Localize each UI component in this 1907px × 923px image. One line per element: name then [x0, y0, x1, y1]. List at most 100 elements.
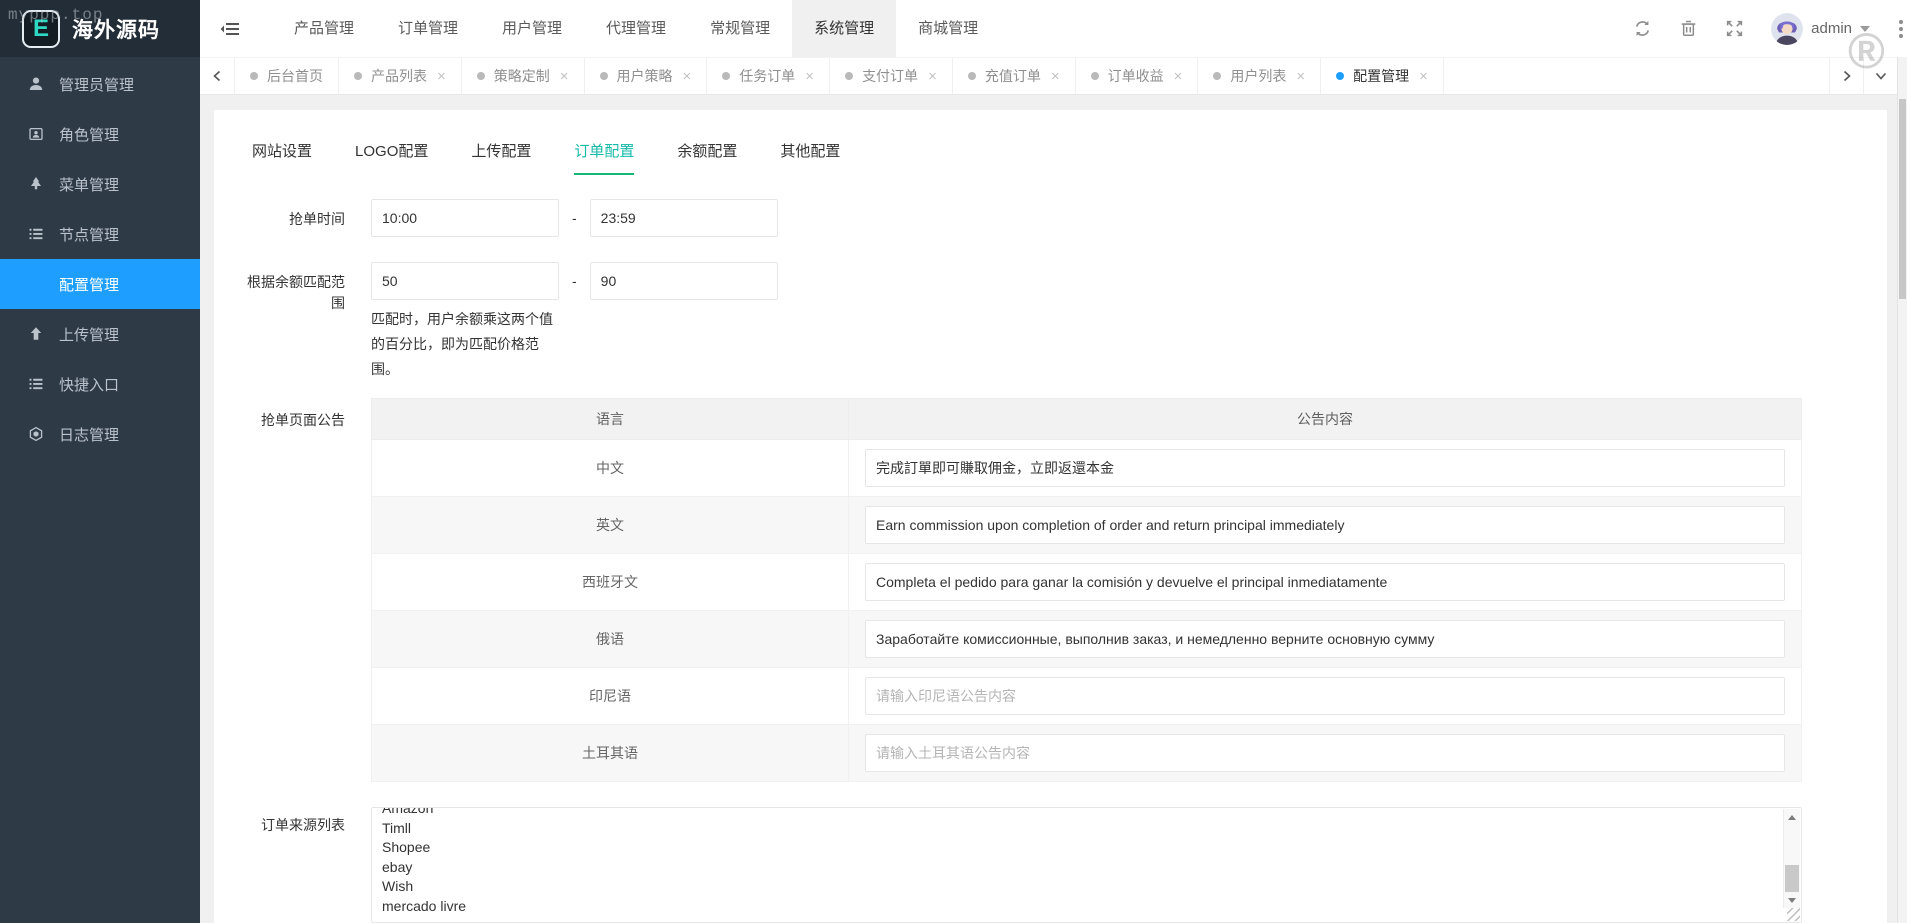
- sidebar-item-label: 管理员管理: [59, 74, 134, 95]
- tabbar-tab[interactable]: 用户列表×: [1198, 58, 1321, 94]
- tabbar-tab[interactable]: 充值订单×: [953, 58, 1076, 94]
- balance-min-input[interactable]: [371, 262, 559, 300]
- nav-item[interactable]: 系统管理: [792, 0, 896, 57]
- sidebar: E 海外源码 管理员管理角色管理菜单管理节点管理配置管理上传管理快捷入口日志管理: [0, 0, 200, 923]
- announcement-table-row: 印尼语: [372, 668, 1802, 725]
- sidebar-item[interactable]: 管理员管理: [0, 59, 200, 109]
- close-icon[interactable]: ×: [1174, 68, 1183, 85]
- content-tab[interactable]: 上传配置: [471, 140, 531, 175]
- close-icon[interactable]: ×: [928, 68, 937, 85]
- balance-max-input[interactable]: [590, 262, 778, 300]
- sidebar-item[interactable]: 配置管理: [0, 259, 200, 309]
- language-cell: 英文: [372, 497, 849, 554]
- order-sources-textarea[interactable]: Amazon Timll Shopee ebay Wish mercado li…: [371, 807, 1802, 923]
- tabbar-tab[interactable]: 产品列表×: [339, 58, 462, 94]
- sidebar-item-label: 日志管理: [59, 424, 119, 445]
- watermark-text: myppp.top: [8, 6, 103, 24]
- tabbar-tab[interactable]: 后台首页: [234, 58, 339, 94]
- collapse-sidebar-icon[interactable]: [200, 0, 260, 57]
- announcement-input[interactable]: [865, 506, 1785, 544]
- tab-label: 订单收益: [1108, 66, 1164, 86]
- sidebar-item-label: 节点管理: [59, 224, 119, 245]
- announcement-input[interactable]: [865, 620, 1785, 658]
- fullscreen-icon[interactable]: [1725, 19, 1744, 38]
- close-icon[interactable]: ×: [683, 68, 692, 85]
- tabbar-tab[interactable]: 策略定制 ×: [462, 58, 585, 94]
- tab-status-dot-icon: [845, 72, 853, 80]
- page-scrollbar-thumb[interactable]: [1899, 99, 1906, 299]
- announcement-input[interactable]: [865, 677, 1785, 715]
- tab-status-dot-icon: [1213, 72, 1221, 80]
- clear-trash-icon[interactable]: [1679, 19, 1698, 38]
- page-scrollbar[interactable]: [1897, 57, 1907, 923]
- announcement-table-row: 西班牙文: [372, 554, 1802, 611]
- content-tab[interactable]: 其他配置: [780, 140, 840, 175]
- close-icon[interactable]: ×: [1051, 68, 1060, 85]
- user-icon: [28, 76, 44, 92]
- close-icon[interactable]: ×: [1419, 68, 1428, 85]
- textarea-scrollbar[interactable]: [1783, 809, 1800, 908]
- announcement-input[interactable]: [865, 449, 1785, 487]
- sidebar-item-label: 快捷入口: [59, 374, 119, 395]
- grab-time-start-input[interactable]: [371, 199, 559, 237]
- close-icon[interactable]: ×: [437, 68, 446, 85]
- grab-time-row: 抢单时间 -: [230, 199, 1887, 237]
- tab-status-dot-icon: [722, 72, 730, 80]
- sidebar-item-label: 配置管理: [59, 274, 119, 295]
- sidebar-item[interactable]: 角色管理: [0, 109, 200, 159]
- announcement-rows: 中文英文西班牙文俄语印尼语土耳其语: [372, 440, 1802, 782]
- grab-time-end-input[interactable]: [590, 199, 778, 237]
- grab-time-label: 抢单时间: [230, 199, 371, 230]
- tab-status-dot-icon: [1336, 72, 1344, 80]
- announcement-table-row: 英文: [372, 497, 1802, 554]
- scroll-up-icon[interactable]: [1784, 809, 1800, 825]
- nav-item[interactable]: 代理管理: [584, 0, 688, 57]
- scroll-down-icon[interactable]: [1784, 892, 1800, 908]
- sidebar-item[interactable]: 节点管理: [0, 209, 200, 259]
- content-tab[interactable]: 网站设置: [252, 140, 312, 175]
- tabs-scroll-left-icon[interactable]: [200, 58, 234, 94]
- content-tab[interactable]: 余额配置: [677, 140, 737, 175]
- nav-item[interactable]: 常规管理: [688, 0, 792, 57]
- tabbar-tab[interactable]: 用户策略×: [585, 58, 708, 94]
- content-tab[interactable]: 订单配置: [574, 140, 634, 175]
- content-column-header: 公告内容: [849, 399, 1802, 440]
- tabbar-tab[interactable]: 订单收益 ×: [1076, 58, 1199, 94]
- tab-status-dot-icon: [250, 72, 258, 80]
- sidebar-item[interactable]: 上传管理: [0, 309, 200, 359]
- resize-grip[interactable]: [1787, 908, 1800, 921]
- refresh-icon[interactable]: [1633, 19, 1652, 38]
- tab-label: 策略定制: [494, 66, 550, 86]
- tabbar-tab[interactable]: 配置管理×: [1321, 58, 1444, 94]
- sidebar-item[interactable]: 日志管理: [0, 409, 200, 459]
- close-icon[interactable]: ×: [1296, 68, 1305, 85]
- sidebar-nav: 管理员管理角色管理菜单管理节点管理配置管理上传管理快捷入口日志管理: [0, 57, 200, 459]
- nav-item[interactable]: 产品管理: [272, 0, 376, 57]
- order-sources-label: 订单来源列表: [230, 807, 371, 836]
- sidebar-item-label: 角色管理: [59, 124, 119, 145]
- close-icon[interactable]: ×: [560, 68, 569, 85]
- announcement-cell: [849, 440, 1802, 497]
- tabs-list: 后台首页产品列表×策略定制×用户策略×任务订单×支付订单×充值订单×订单收益×用…: [234, 58, 1829, 94]
- tabbar-tab[interactable]: 任务订单×: [707, 58, 830, 94]
- order-sources-row: 订单来源列表 Amazon Timll Shopee ebay Wish mer…: [230, 807, 1887, 923]
- more-menu-icon[interactable]: [1897, 16, 1905, 42]
- tabbar-tab[interactable]: 支付订单×: [830, 58, 953, 94]
- username: admin: [1811, 20, 1852, 37]
- content-tab[interactable]: LOGO配置: [355, 140, 428, 175]
- balance-range-label: 根据余额匹配范围: [230, 262, 371, 314]
- upload-arrow-icon: [28, 326, 44, 342]
- tab-status-dot-icon: [968, 72, 976, 80]
- announcement-input[interactable]: [865, 563, 1785, 601]
- close-icon[interactable]: ×: [805, 68, 814, 85]
- scrollbar-thumb[interactable]: [1785, 865, 1799, 892]
- sidebar-item[interactable]: 快捷入口: [0, 359, 200, 409]
- announcement-input[interactable]: [865, 734, 1785, 772]
- nav-item[interactable]: 商城管理: [896, 0, 1000, 57]
- sidebar-item[interactable]: 菜单管理: [0, 159, 200, 209]
- config-card: 网站设置 LOGO配置 上传配置 订单配置 余额配置 其他配置 抢单时间 - 根据余额匹配…: [214, 110, 1887, 923]
- announcement-table: 语言 公告内容 中文英文西班牙文俄语印尼语土耳其语: [371, 398, 1802, 782]
- nav-item[interactable]: 订单管理: [376, 0, 480, 57]
- nav-item[interactable]: 用户管理: [480, 0, 584, 57]
- content-tabs: 网站设置 LOGO配置 上传配置 订单配置 余额配置 其他配置: [214, 110, 1887, 175]
